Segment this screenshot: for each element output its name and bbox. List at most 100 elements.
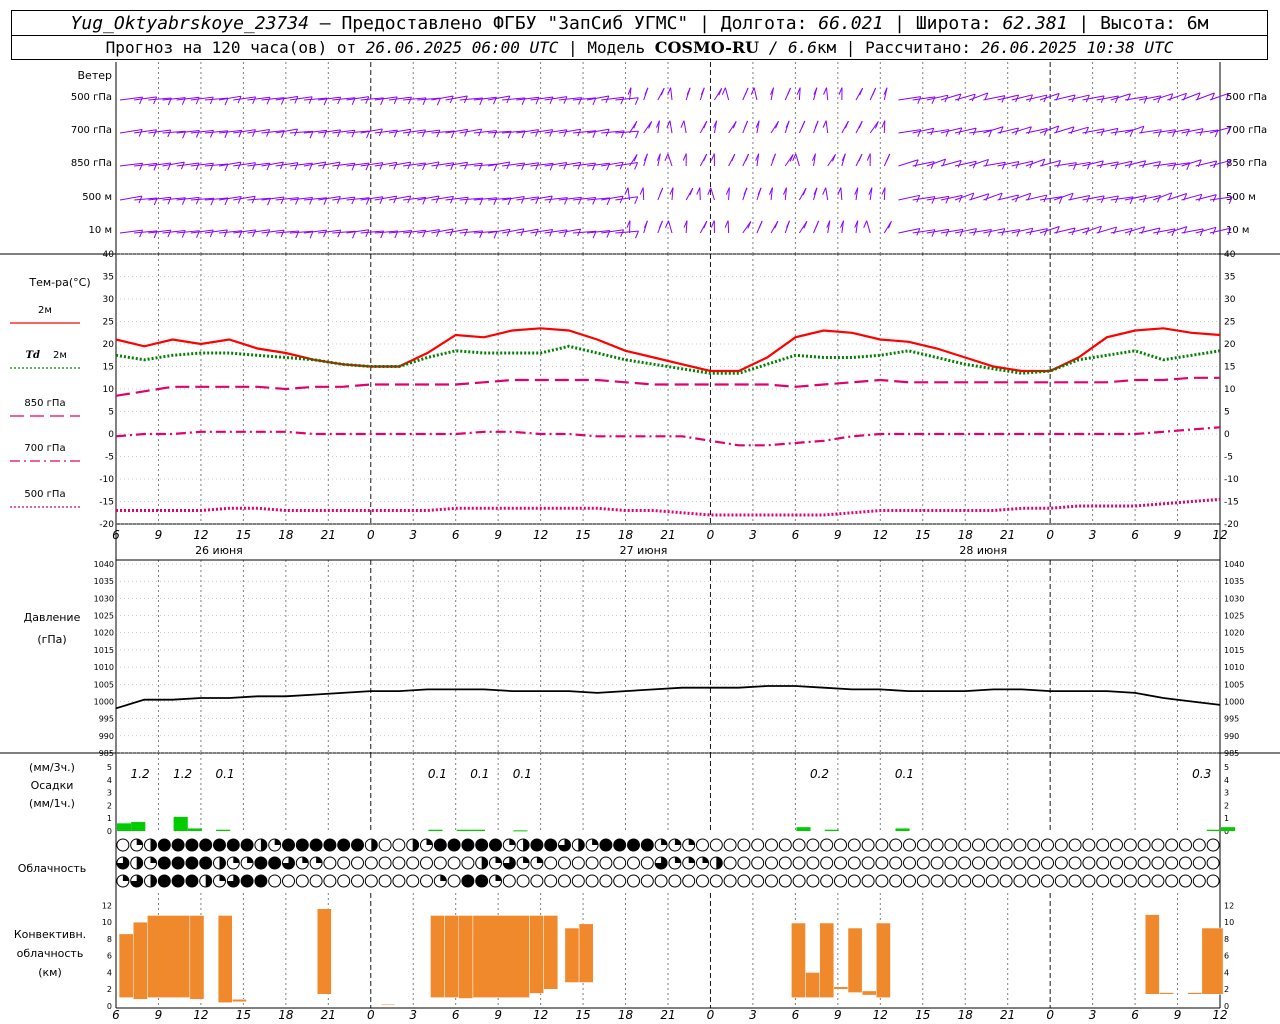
pressure-tick-left: 1015 [94,646,114,655]
wind-barb-feather [1172,129,1177,137]
cloud-symbol [1165,874,1179,888]
cloud-symbol-circle [295,874,309,888]
wind-barb-feather [252,229,257,238]
cloud-symbol-fill [523,839,530,851]
time-tick: 9 [494,528,502,542]
cloud-symbol-circle [1137,838,1151,852]
wind-barb [898,194,921,203]
precip-bar [173,816,188,831]
cloud-symbol-fill [241,839,254,851]
convective-bar [380,1004,396,1006]
wind-barb-feather [280,229,285,238]
wind-barb-feather [959,229,964,237]
precip-unit-3h: (мм/3ч.) [29,761,75,774]
wind-barb [176,230,200,238]
temp-tick-left: 40 [103,250,115,260]
cloud-symbol-fill [627,839,640,851]
cloud-symbol [1165,838,1179,852]
cloud-symbol [696,856,709,870]
cloud-symbol-circle [778,874,792,888]
conv-tick-left: 2 [107,985,112,994]
precip-3h-label: 1.2 [173,767,192,781]
precip-bar [824,829,839,831]
cloud-symbol-circle [1013,838,1027,852]
cloud-symbol [640,874,654,888]
cloud-symbol [130,856,144,870]
cloud-symbol [903,856,916,870]
wind-barb [742,187,748,201]
cloud-symbol-circle [972,856,985,870]
cloud-symbol-circle [544,874,558,888]
cloud-symbol-circle [1082,838,1096,852]
cloud-symbol [751,838,765,852]
pressure-tick-left: 1010 [94,663,114,672]
cloud-symbol [1041,838,1054,852]
wind-barb-shaft [724,87,730,101]
cloud-symbol [254,838,268,852]
cloud-symbol-circle [1123,874,1137,888]
time-tick: 12 [873,528,888,542]
cloud-symbol-fill [233,857,240,863]
cloud-symbol [447,838,461,852]
wind-barb-feather [823,87,827,95]
wind-barb-feather [138,129,143,137]
precip-bar [895,828,910,831]
cloud-symbol [599,874,613,888]
wind-barb [1025,228,1048,236]
cloud-symbol-fill [150,875,157,887]
cloud-symbol [709,874,723,888]
wind-barb-feather [351,163,356,171]
cloud-symbol [930,838,944,852]
cloud-symbol-circle [930,856,944,870]
cloud-symbol [1151,874,1165,888]
cloud-symbol [502,856,516,870]
cloud-symbol-circle [502,874,516,888]
wind-barb-shaft [825,120,829,134]
precip-tick-right: 2 [1224,801,1229,810]
wind-barb [643,87,649,101]
wind-barb-feather [1086,162,1091,170]
convective-title: (км) [38,966,62,979]
wind-barb-feather [365,96,370,104]
wind-barb-feather [436,229,440,237]
cloud-symbol [226,874,240,888]
cloud-symbol-circle [696,838,709,852]
precip-tick-left: 1 [107,814,112,823]
wind-barb-feather [520,196,525,204]
cloud-symbol [144,856,157,870]
cloud-symbol-circle [268,874,282,888]
cloud-symbol-circle [558,856,571,870]
wind-barb [784,120,790,134]
cloud-symbol-circle [930,874,944,888]
cloud-symbol-circle [834,856,847,870]
wind-barb-feather [930,161,935,169]
time-tick: 3 [409,528,417,542]
wind-barb-feather [689,187,694,196]
cloud-symbol-circle [903,856,916,870]
cloud-symbol-circle [351,856,364,870]
temp-tick-left: -15 [99,498,114,508]
cloud-symbol [1027,874,1041,888]
wind-barb [699,220,708,234]
cloud-symbol-circle [765,856,778,870]
wind-barb-feather [521,162,526,171]
wind-barb [657,187,664,201]
wind-barb-feather [987,229,992,237]
wind-barb-shaft [642,187,645,201]
cloud-symbol [875,838,889,852]
time-tick: 18 [278,528,294,542]
wind-barb-feather [680,120,685,128]
temp-tick-right: 10 [1224,385,1236,395]
cloud-symbol [1068,838,1082,852]
wind-barb-shaft [866,220,871,234]
cloud-symbol [489,838,502,852]
cloud-symbol-fill [158,839,171,851]
convective-bar [316,908,332,995]
cloud-symbol-circle [1192,874,1206,888]
cloud-symbol-fill [260,839,267,851]
cloud-symbol [1054,838,1068,852]
cloud-symbol [999,874,1013,888]
time-tick: 9 [155,528,163,542]
cloud-symbol [433,838,447,852]
cloud-symbol [875,856,889,870]
